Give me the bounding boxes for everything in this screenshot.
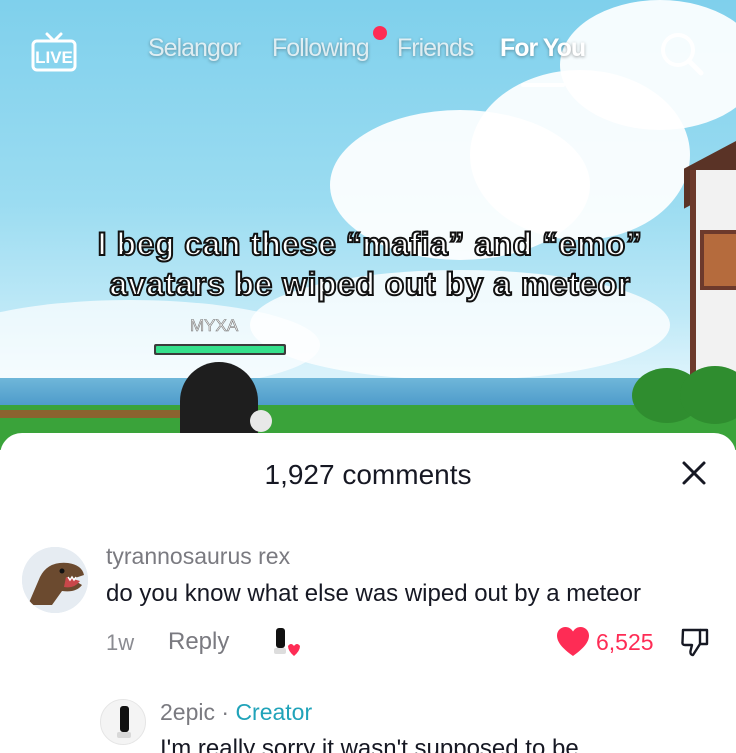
- reply-username[interactable]: 2epic: [160, 699, 215, 725]
- following-notification-dot: [373, 26, 387, 40]
- video-player[interactable]: I beg can these “mafia” and “emo” avatar…: [0, 0, 736, 450]
- reply-text: I'm really sorry it wasn't supposed to b…: [160, 735, 579, 753]
- creator-avatar-image: [101, 700, 145, 744]
- dirt-path: [0, 410, 200, 418]
- close-comments-button[interactable]: [676, 455, 712, 491]
- tab-selangor[interactable]: Selangor: [148, 34, 241, 63]
- search-button[interactable]: [656, 28, 706, 78]
- search-icon: [661, 33, 704, 76]
- like-button[interactable]: [556, 626, 590, 658]
- top-nav: LIVE Selangor Following Friends For You: [0, 22, 736, 92]
- tab-following[interactable]: Following: [272, 34, 370, 63]
- player-health-fill: [156, 346, 284, 353]
- comments-count-title: 1,927 comments: [264, 459, 472, 490]
- avatar[interactable]: [22, 547, 88, 613]
- close-icon: [682, 461, 706, 485]
- active-tab-indicator: [521, 83, 565, 87]
- username-separator: ·: [221, 699, 230, 725]
- live-button[interactable]: LIVE: [31, 32, 77, 72]
- creator-liked-badge: [266, 626, 300, 660]
- creator-liked-icon: [274, 628, 300, 656]
- creator-badge: Creator: [235, 699, 313, 725]
- tab-friends[interactable]: Friends: [397, 34, 474, 63]
- comment-username[interactable]: tyrannosaurus rex: [106, 543, 290, 570]
- heart-filled-icon: [557, 627, 589, 656]
- reply-button[interactable]: Reply: [168, 628, 229, 656]
- like-count: 6,525: [596, 629, 654, 655]
- house-window: [700, 230, 736, 290]
- reply-username-line: 2epic · Creator: [160, 699, 312, 726]
- comment-text: do you know what else was wiped out by a…: [106, 580, 641, 607]
- game-avatar: [180, 362, 272, 442]
- video-caption: I beg can these “mafia” and “emo” avatar…: [97, 225, 643, 303]
- player-name: MYXA: [190, 316, 239, 336]
- comments-sheet: 1,927 comments tyrannosaurus rex do you …: [0, 433, 736, 753]
- svg-text:LIVE: LIVE: [35, 48, 73, 67]
- comment-age: 1w: [106, 630, 135, 655]
- live-tv-icon: LIVE: [31, 32, 77, 72]
- tab-for-you[interactable]: For You: [500, 34, 586, 63]
- thumbs-down-icon: [681, 628, 709, 657]
- dislike-button[interactable]: [680, 626, 710, 658]
- avatar[interactable]: [100, 699, 146, 745]
- dinosaur-avatar-image: [22, 547, 88, 613]
- player-health-bar: [154, 344, 286, 355]
